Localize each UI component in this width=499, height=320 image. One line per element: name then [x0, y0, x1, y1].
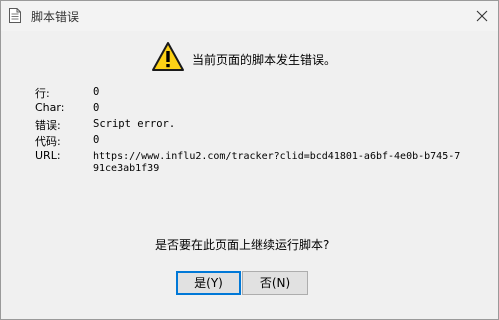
error-value: Script error. — [93, 118, 176, 130]
no-button[interactable]: 否(N) — [242, 271, 308, 295]
char-label: Char: — [35, 101, 65, 114]
close-button[interactable] — [470, 4, 494, 28]
code-value: 0 — [93, 134, 100, 146]
char-value: 0 — [93, 102, 100, 114]
dialog-body: 当前页面的脚本发生错误。 行: 0 Char: 0 错误: Script err… — [1, 31, 498, 319]
script-error-dialog: 脚本错误 当前页面的脚本发生错误。 行: 0 Char: 0 错误: Scrip… — [0, 0, 499, 320]
close-icon — [476, 10, 488, 22]
error-label: 错误: — [35, 119, 61, 132]
error-message: 当前页面的脚本发生错误。 — [192, 53, 337, 67]
code-label: 代码: — [35, 135, 61, 148]
url-value: https://www.influ2.com/tracker?clid=bcd4… — [93, 151, 461, 174]
url-label: URL: — [35, 149, 61, 162]
document-icon — [9, 8, 21, 23]
line-value: 0 — [93, 86, 100, 98]
yes-button[interactable]: 是(Y) — [176, 271, 241, 295]
window-title: 脚本错误 — [31, 10, 80, 24]
continue-question: 是否要在此页面上继续运行脚本? — [155, 238, 330, 252]
warning-icon — [151, 41, 185, 73]
title-bar: 脚本错误 — [1, 1, 498, 31]
line-label: 行: — [35, 87, 50, 100]
